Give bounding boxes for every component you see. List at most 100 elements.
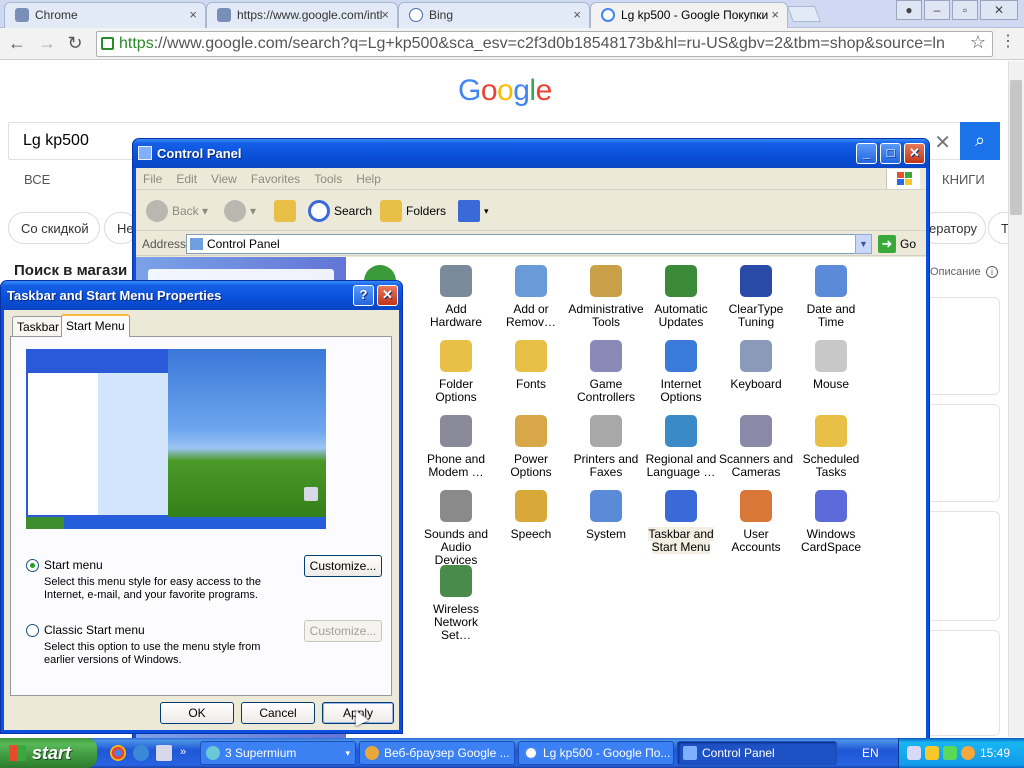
cancel-button[interactable]: Cancel: [241, 702, 315, 724]
close-icon[interactable]: ×: [189, 7, 197, 22]
taskbar-button-google-shopping[interactable]: Lg kp500 - Google По...: [518, 741, 674, 765]
search-tray-icon[interactable]: [961, 746, 975, 760]
desktop-quicklaunch-icon[interactable]: [156, 745, 172, 761]
control-panel-item[interactable]: Sounds and Audio Devices: [418, 490, 494, 567]
tab-taskbar[interactable]: Taskbar: [12, 316, 65, 336]
chevron-down-icon[interactable]: ▼: [855, 234, 872, 254]
control-panel-item[interactable]: User Accounts: [718, 490, 794, 554]
control-panel-item[interactable]: Administrative Tools: [568, 265, 644, 329]
start-menu-radio[interactable]: [26, 559, 39, 572]
control-panel-item[interactable]: Add or Remov…: [493, 265, 569, 329]
minimize-button[interactable]: _: [856, 143, 877, 164]
volume-icon[interactable]: [943, 746, 957, 760]
control-panel-item[interactable]: Add Hardware: [418, 265, 494, 329]
control-panel-item[interactable]: Scanners and Cameras: [718, 415, 794, 479]
dialog-titlebar[interactable]: Taskbar and Start Menu Properties ? ✕: [1, 281, 402, 310]
profile-icon[interactable]: ●: [896, 0, 922, 20]
go-button[interactable]: ➜ Go: [878, 235, 916, 253]
minimize-icon[interactable]: –: [924, 0, 950, 20]
classic-start-menu-radio[interactable]: [26, 624, 39, 637]
tab-start-menu[interactable]: Start Menu: [61, 314, 130, 337]
customize-button[interactable]: Customize...: [304, 555, 382, 577]
chip-discount[interactable]: Со скидкой: [8, 212, 100, 244]
clock[interactable]: 15:49: [980, 746, 1010, 760]
start-button[interactable]: start: [0, 738, 97, 768]
browser-tab-chrome[interactable]: Chrome ×: [4, 2, 206, 28]
close-icon[interactable]: ×: [771, 7, 779, 22]
search-button[interactable]: Search: [308, 199, 372, 223]
browser-tab-bing[interactable]: Bing ×: [398, 2, 590, 28]
views-button[interactable]: ▾: [458, 199, 494, 223]
help-button[interactable]: ?: [353, 285, 374, 306]
control-panel-item[interactable]: Game Controllers: [568, 340, 644, 404]
scrollbar-thumb[interactable]: [1010, 80, 1022, 215]
control-panel-item[interactable]: Wireless Network Set…: [418, 565, 494, 642]
bookmark-star-icon[interactable]: ☆: [967, 32, 989, 54]
maximize-button[interactable]: □: [880, 143, 901, 164]
address-field[interactable]: Control Panel ▼: [186, 234, 872, 254]
close-window-icon[interactable]: ✕: [980, 0, 1018, 20]
quicklaunch-expand-icon[interactable]: »: [180, 746, 186, 758]
control-panel-item[interactable]: Mouse: [793, 340, 869, 391]
taskbar-button-browser[interactable]: Веб-браузер Google ...: [359, 741, 515, 765]
control-panel-item[interactable]: Phone and Modem …: [418, 415, 494, 479]
product-card[interactable]: [926, 511, 1000, 621]
menu-view[interactable]: View: [204, 168, 244, 190]
control-panel-item[interactable]: Printers and Faxes: [568, 415, 644, 479]
taskbar-button-supermium[interactable]: 3 Supermium ▾: [200, 741, 356, 765]
close-icon[interactable]: ×: [573, 7, 581, 22]
ie-quicklaunch-icon[interactable]: [133, 745, 149, 761]
tab-books[interactable]: КНИГИ: [942, 172, 985, 187]
control-panel-item[interactable]: Folder Options: [418, 340, 494, 404]
control-panel-item[interactable]: ClearType Tuning: [718, 265, 794, 329]
taskbar-button-control-panel[interactable]: Control Panel: [677, 741, 837, 765]
search-button[interactable]: ⌕: [960, 122, 1000, 160]
new-tab-button[interactable]: [787, 6, 821, 22]
language-indicator[interactable]: EN: [862, 746, 879, 760]
control-panel-item[interactable]: System: [568, 490, 644, 541]
tab-all[interactable]: ВСЕ: [24, 172, 50, 187]
reload-icon[interactable]: ↻: [64, 33, 86, 55]
control-panel-item[interactable]: Speech: [493, 490, 569, 541]
network-icon[interactable]: [907, 746, 921, 760]
clear-icon[interactable]: ✕: [934, 130, 951, 155]
chrome-quicklaunch-icon[interactable]: [110, 745, 126, 761]
close-icon[interactable]: ×: [381, 7, 389, 22]
menu-favorites[interactable]: Favorites: [244, 168, 307, 190]
browser-tab-google-intl[interactable]: https://www.google.com/intl ×: [206, 2, 398, 28]
control-panel-item[interactable]: Keyboard: [718, 340, 794, 391]
control-panel-item[interactable]: Internet Options: [643, 340, 719, 404]
menu-help[interactable]: Help: [349, 168, 388, 190]
forward-button[interactable]: ▾: [224, 199, 256, 223]
control-panel-item[interactable]: Power Options: [493, 415, 569, 479]
control-panel-item[interactable]: Taskbar and Start Menu: [643, 490, 719, 554]
product-card[interactable]: [926, 630, 1000, 736]
classic-customize-button[interactable]: Customize...: [304, 620, 382, 642]
control-panel-item[interactable]: Fonts: [493, 340, 569, 391]
address-bar[interactable]: https://www.google.com/search?q=Lg+kp500…: [96, 31, 993, 57]
product-card[interactable]: [926, 404, 1000, 502]
up-folder-button[interactable]: [274, 199, 296, 223]
control-panel-item[interactable]: Windows CardSpace: [793, 490, 869, 554]
menu-icon[interactable]: ⋮: [997, 32, 1019, 54]
menu-file[interactable]: File: [136, 168, 169, 190]
control-panel-item[interactable]: Scheduled Tasks: [793, 415, 869, 479]
browser-tab-google-shopping[interactable]: Lg kp500 - Google Покупки ×: [590, 2, 788, 28]
product-card[interactable]: [926, 297, 1000, 395]
ok-button[interactable]: OK: [160, 702, 234, 724]
control-panel-item[interactable]: Automatic Updates: [643, 265, 719, 329]
menu-tools[interactable]: Tools: [307, 168, 349, 190]
restore-icon[interactable]: ▫: [952, 0, 978, 20]
forward-icon[interactable]: →: [36, 33, 58, 55]
back-icon[interactable]: ←: [6, 33, 28, 55]
folders-button[interactable]: Folders: [380, 199, 446, 223]
info-icon[interactable]: i: [986, 266, 998, 278]
security-shield-icon[interactable]: [925, 746, 939, 760]
menu-edit[interactable]: Edit: [169, 168, 204, 190]
close-button[interactable]: ✕: [377, 285, 398, 306]
back-button[interactable]: Back ▾: [146, 199, 208, 223]
control-panel-titlebar[interactable]: Control Panel _ □ ✕: [133, 139, 929, 168]
control-panel-item[interactable]: Date and Time: [793, 265, 869, 329]
control-panel-item[interactable]: Regional and Language …: [643, 415, 719, 479]
close-button[interactable]: ✕: [904, 143, 925, 164]
